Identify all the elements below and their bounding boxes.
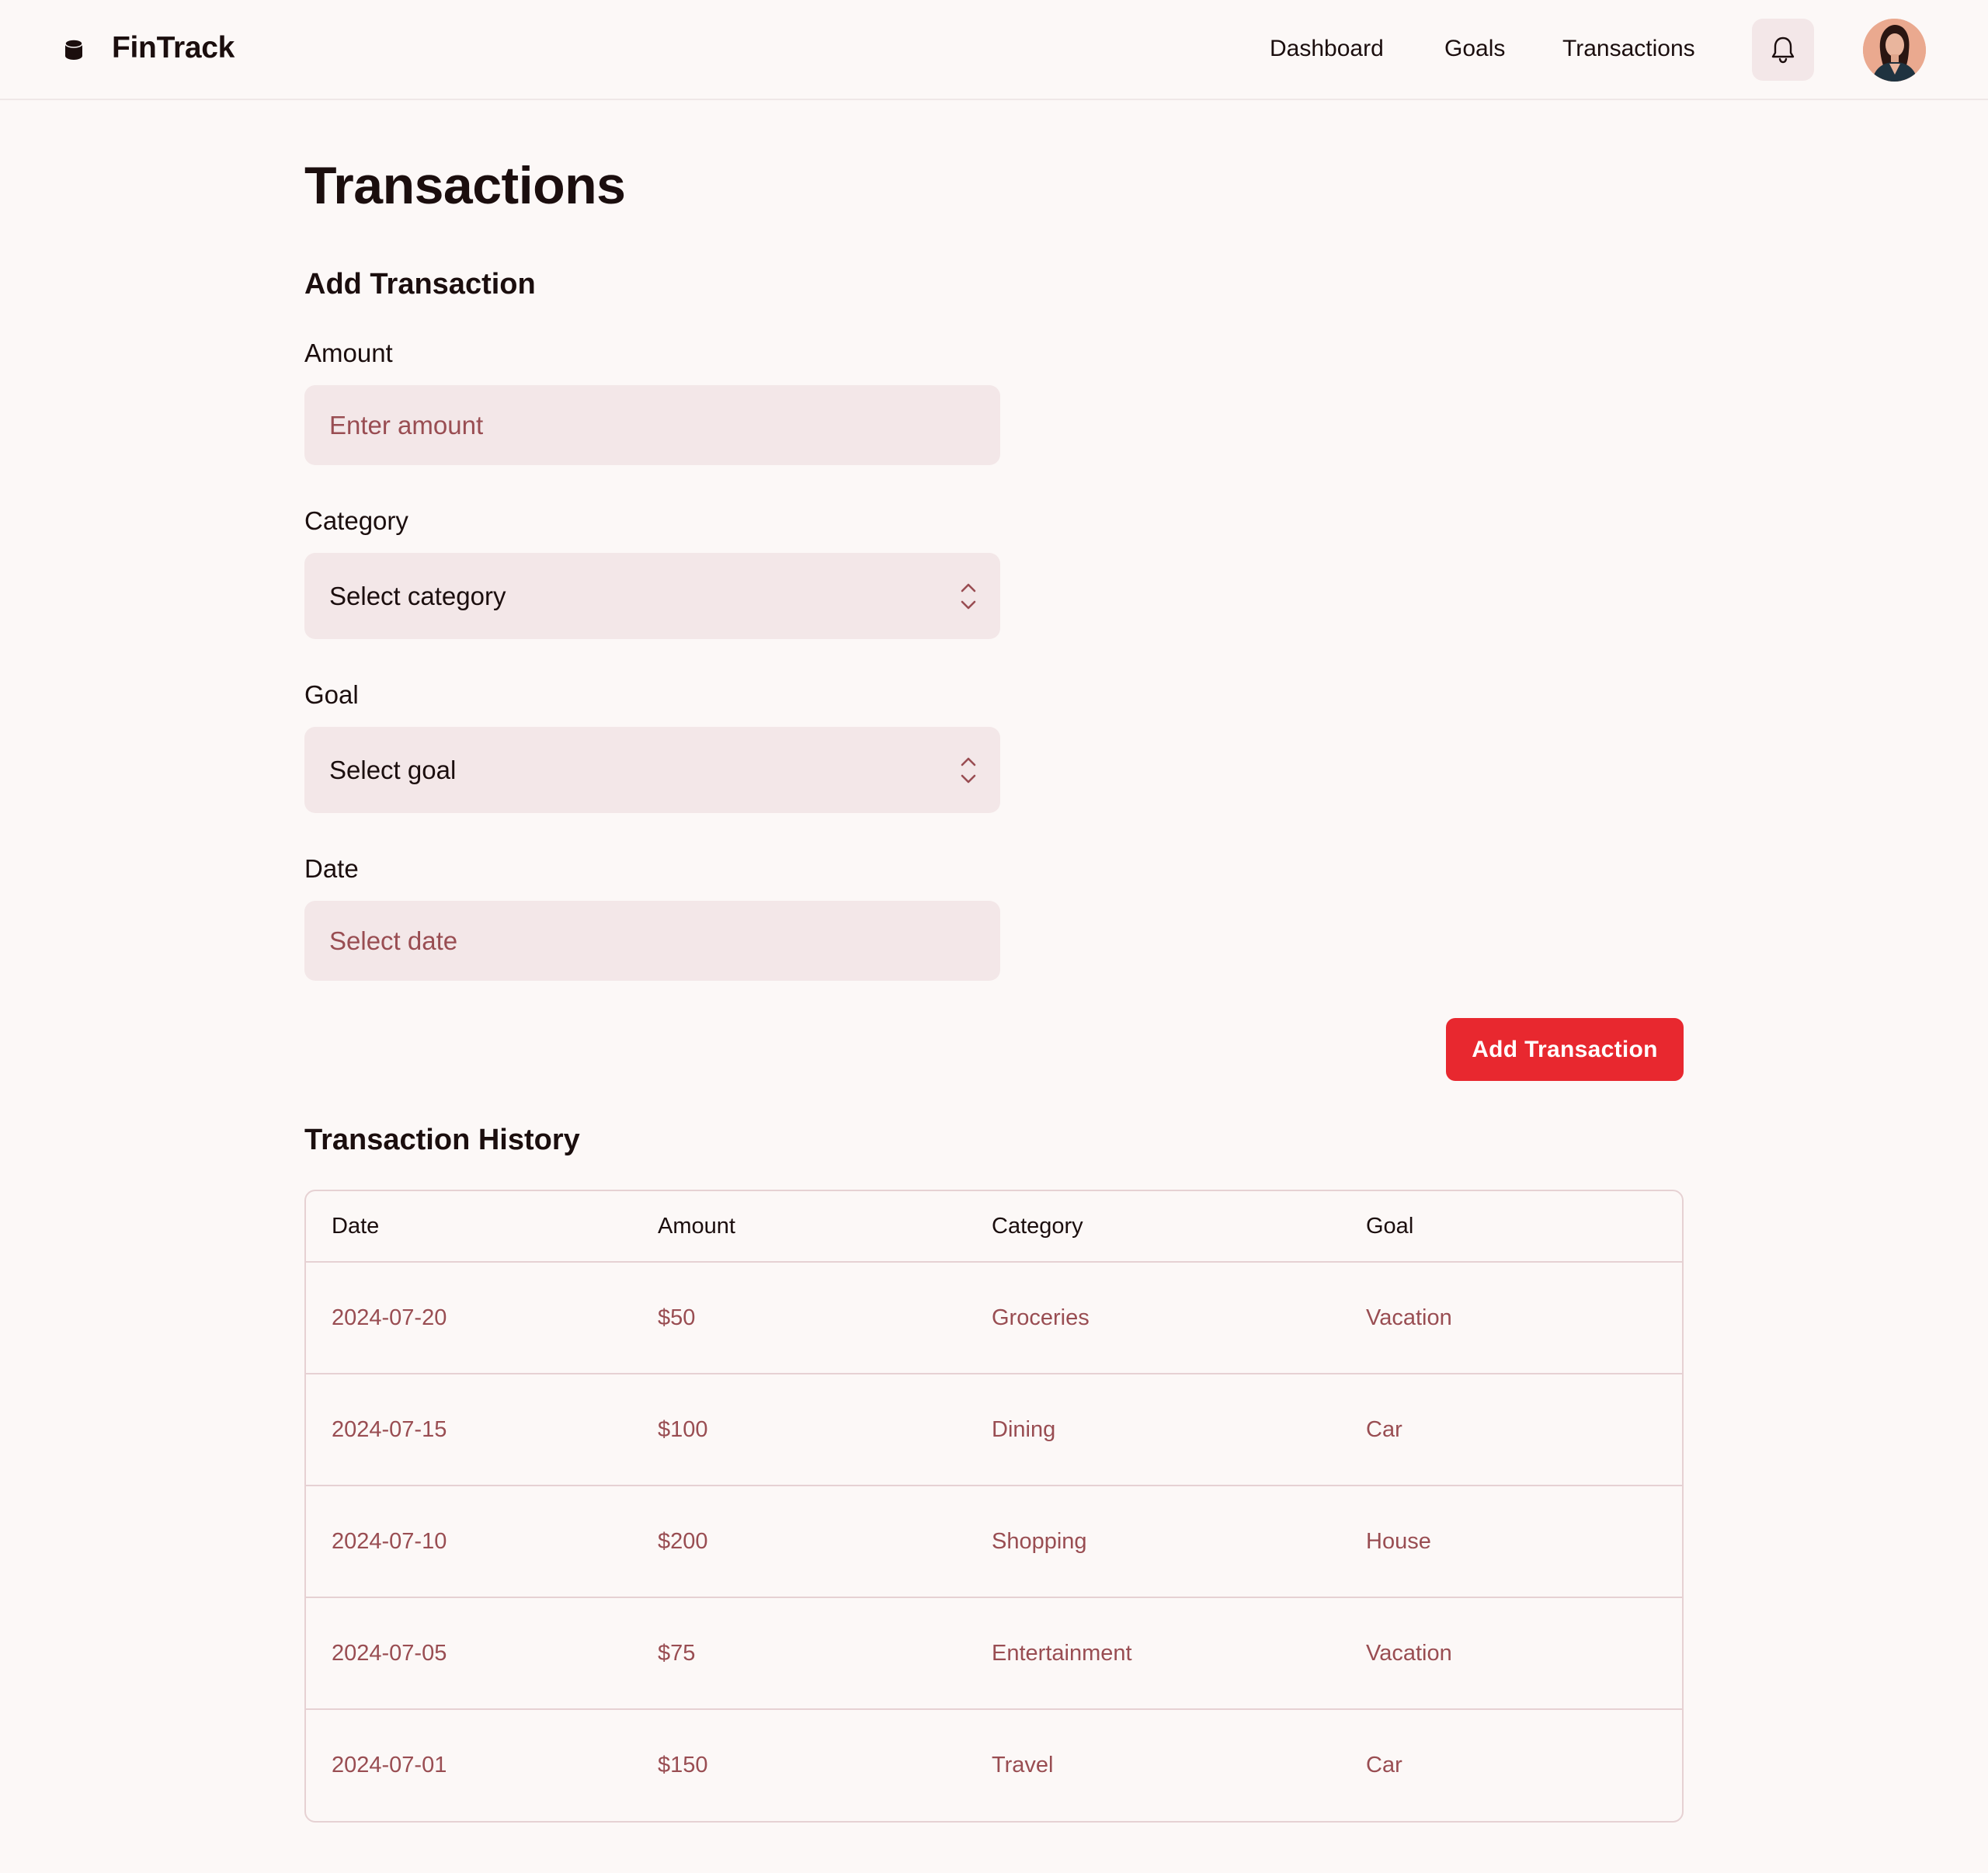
- bell-icon: [1771, 36, 1795, 64]
- cell-date: 2024-07-05: [306, 1597, 632, 1710]
- column-header-date[interactable]: Date: [306, 1191, 632, 1263]
- cell-category: Groceries: [966, 1262, 1340, 1374]
- cell-date: 2024-07-01: [332, 1753, 447, 1777]
- cell-amount: $75: [632, 1597, 966, 1710]
- avatar-portrait-icon: [1863, 19, 1926, 82]
- cell-category: Shopping: [966, 1486, 1340, 1598]
- cell-date: 2024-07-15: [306, 1374, 632, 1486]
- cell-amount: $150: [658, 1753, 708, 1777]
- cell-amount: $200: [632, 1486, 966, 1598]
- table-row[interactable]: 2024-07-20 $50 Groceries Vacation: [306, 1262, 1682, 1374]
- table-row[interactable]: 2024-07-05 $75 Entertainment Vacation: [306, 1597, 1682, 1710]
- add-transaction-heading: Add Transaction: [304, 268, 536, 301]
- goal-select-value: Select goal: [329, 755, 457, 784]
- fintrack-logo-icon[interactable]: [64, 39, 84, 61]
- user-avatar[interactable]: [1863, 19, 1926, 82]
- cell-amount: $100: [632, 1374, 966, 1486]
- table-row[interactable]: 2024-07-10 $200 Shopping House: [306, 1486, 1682, 1598]
- transaction-history-heading: Transaction History: [304, 1124, 580, 1156]
- date-label: Date: [304, 854, 359, 883]
- column-header-goal[interactable]: Goal: [1340, 1191, 1682, 1263]
- category-select[interactable]: Select category: [304, 553, 1000, 639]
- category-select-value: Select category: [329, 581, 506, 610]
- cell-goal: Car: [1366, 1753, 1402, 1777]
- cell-amount: $50: [632, 1262, 966, 1374]
- cell-category: Dining: [966, 1374, 1340, 1486]
- table-row[interactable]: 2024-07-01 $150 Travel Car: [306, 1709, 1682, 1821]
- table-row[interactable]: 2024-07-15 $100 Dining Car: [306, 1374, 1682, 1486]
- goal-label: Goal: [304, 680, 359, 709]
- page-title: Transactions: [304, 156, 626, 215]
- transaction-history-table: Date Amount Category Goal 2024-07-20 $50…: [304, 1190, 1684, 1823]
- cell-category: Entertainment: [966, 1597, 1340, 1710]
- cell-date: 2024-07-10: [306, 1486, 632, 1598]
- cell-goal: Vacation: [1340, 1262, 1682, 1374]
- amount-label: Amount: [304, 339, 393, 367]
- nav-link-dashboard[interactable]: Dashboard: [1270, 36, 1384, 62]
- nav-link-goals[interactable]: Goals: [1444, 36, 1505, 62]
- add-transaction-button[interactable]: Add Transaction: [1446, 1018, 1684, 1081]
- cell-category: Travel: [992, 1753, 1054, 1777]
- column-header-category[interactable]: Category: [966, 1191, 1340, 1263]
- table-header-row: Date Amount Category Goal: [306, 1191, 1682, 1263]
- goal-select[interactable]: Select goal: [304, 727, 1000, 813]
- category-label: Category: [304, 506, 408, 535]
- top-nav-bar: FinTrack Dashboard Goals Transactions: [0, 0, 1988, 100]
- nav-link-transactions[interactable]: Transactions: [1562, 36, 1695, 62]
- column-header-amount[interactable]: Amount: [632, 1191, 966, 1263]
- chevron-up-down-icon: [961, 757, 976, 783]
- brand-name[interactable]: FinTrack: [112, 31, 235, 65]
- cell-goal: Vacation: [1340, 1597, 1682, 1710]
- notifications-button[interactable]: [1752, 19, 1814, 81]
- chevron-up-down-icon: [961, 583, 976, 609]
- cell-date: 2024-07-20: [306, 1262, 632, 1374]
- cell-goal: Car: [1340, 1374, 1682, 1486]
- amount-input[interactable]: [304, 385, 1000, 465]
- date-input[interactable]: [304, 901, 1000, 981]
- cell-goal: House: [1340, 1486, 1682, 1598]
